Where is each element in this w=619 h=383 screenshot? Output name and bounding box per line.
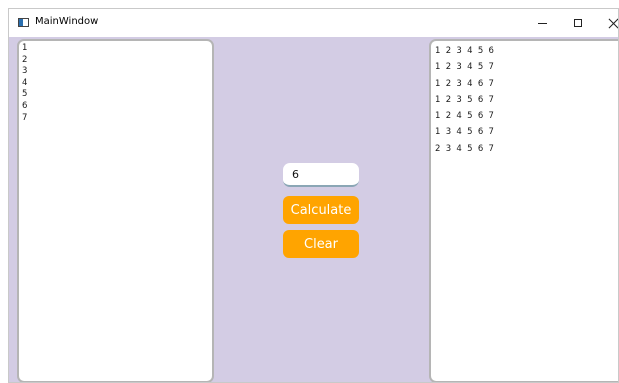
list-item[interactable]: 1 2 3 4 6 7 xyxy=(435,76,618,92)
maximize-icon xyxy=(574,19,582,27)
list-item[interactable]: 7 xyxy=(22,113,212,125)
list-item[interactable]: 1 2 3 4 5 7 xyxy=(435,59,618,75)
window-title: MainWindow xyxy=(35,16,99,27)
close-icon xyxy=(609,18,618,28)
list-item[interactable]: 1 2 3 4 5 6 xyxy=(435,43,618,59)
list-item[interactable]: 2 3 4 5 6 7 xyxy=(435,141,618,157)
list-item[interactable]: 2 xyxy=(22,55,212,67)
list-item[interactable]: 1 2 3 5 6 7 xyxy=(435,92,618,108)
window-app-icon xyxy=(18,18,29,27)
minimize-icon xyxy=(537,22,547,24)
list-item[interactable]: 3 xyxy=(22,66,212,78)
clear-button[interactable]: Clear xyxy=(283,230,359,258)
combinations-list[interactable]: 1 2 3 4 5 6 1 2 3 4 5 7 1 2 3 4 6 7 1 2 … xyxy=(429,39,618,382)
minimize-button[interactable] xyxy=(525,9,559,37)
calculate-button[interactable]: Calculate xyxy=(283,196,359,224)
list-item[interactable]: 1 xyxy=(22,43,212,55)
main-window: MainWindow 1 2 3 4 5 6 7 Calculate Clear xyxy=(8,8,619,383)
list-item[interactable]: 1 2 4 5 6 7 xyxy=(435,108,618,124)
title-bar[interactable]: MainWindow xyxy=(9,9,618,37)
count-input[interactable] xyxy=(283,163,359,187)
list-item[interactable]: 6 xyxy=(22,101,212,113)
list-item[interactable]: 4 xyxy=(22,78,212,90)
client-area: 1 2 3 4 5 6 7 Calculate Clear 1 2 3 4 5 … xyxy=(9,37,618,382)
list-item[interactable]: 5 xyxy=(22,89,212,101)
list-item[interactable]: 1 3 4 5 6 7 xyxy=(435,124,618,140)
close-button[interactable] xyxy=(597,9,618,37)
input-numbers-list[interactable]: 1 2 3 4 5 6 7 xyxy=(17,39,214,382)
maximize-button[interactable] xyxy=(561,9,595,37)
